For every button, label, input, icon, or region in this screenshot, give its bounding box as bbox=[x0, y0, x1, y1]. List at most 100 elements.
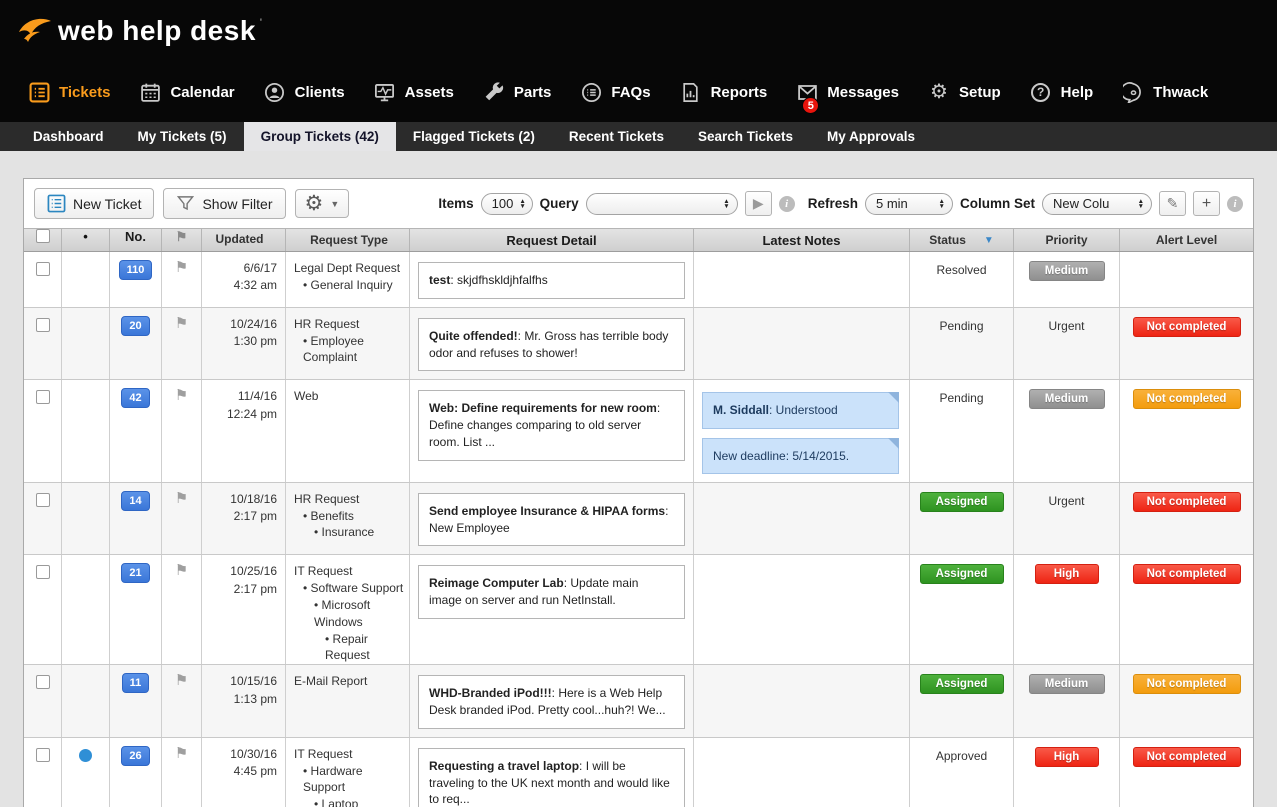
priority-cell: High bbox=[1014, 555, 1120, 664]
ticket-number-badge[interactable]: 11 bbox=[122, 673, 150, 693]
header-latest-notes[interactable]: Latest Notes bbox=[694, 229, 910, 251]
row-checkbox[interactable] bbox=[36, 675, 50, 689]
table-row[interactable]: 26 ⚑ 10/30/16 4:45 pm IT Request• Hardwa… bbox=[24, 738, 1253, 807]
table-row[interactable]: 20 ⚑ 10/24/16 1:30 pm HR Request• Employ… bbox=[24, 308, 1253, 381]
ticket-number-badge[interactable]: 26 bbox=[121, 746, 149, 766]
header-select-all[interactable] bbox=[24, 229, 62, 251]
tab-my-tickets[interactable]: My Tickets (5) bbox=[121, 122, 244, 151]
flag-icon[interactable]: ⚑ bbox=[175, 491, 188, 506]
row-checkbox[interactable] bbox=[36, 748, 50, 762]
row-checkbox[interactable] bbox=[36, 390, 50, 404]
nav-item-help[interactable]: ? Help bbox=[1030, 81, 1094, 103]
table-row[interactable]: 110 ⚑ 6/6/17 4:32 am Legal Dept Request•… bbox=[24, 252, 1253, 308]
request-detail-box[interactable]: test: skjdfhskldjhfalfhs bbox=[418, 262, 685, 299]
row-checkbox[interactable] bbox=[36, 318, 50, 332]
request-detail-box[interactable]: Web: Define requirements for new room: D… bbox=[418, 390, 685, 460]
row-checkbox[interactable] bbox=[36, 493, 50, 507]
ticket-number-badge[interactable]: 14 bbox=[121, 491, 149, 511]
row-checkbox[interactable] bbox=[36, 565, 50, 579]
detail-subject: Reimage Computer Lab bbox=[429, 576, 564, 590]
nav-item-messages[interactable]: 5 Messages bbox=[796, 81, 899, 103]
table-options-button[interactable]: ⚙ ▼ bbox=[295, 189, 350, 218]
status-cell: Pending bbox=[910, 308, 1014, 380]
logo-trademark: ' bbox=[260, 17, 262, 29]
header-no[interactable]: No. bbox=[110, 229, 162, 251]
nav-item-reports[interactable]: Reports bbox=[680, 81, 768, 103]
column-set-info-icon[interactable]: i bbox=[1227, 196, 1243, 212]
flag-icon[interactable]: ⚑ bbox=[175, 563, 188, 578]
request-type-item: • Benefits bbox=[294, 508, 404, 525]
table-row[interactable]: 21 ⚑ 10/25/16 2:17 pm IT Request• Softwa… bbox=[24, 555, 1253, 665]
header-alert-level[interactable]: Alert Level bbox=[1120, 229, 1253, 251]
flag-icon[interactable]: ⚑ bbox=[175, 316, 188, 331]
ticket-number-badge[interactable]: 110 bbox=[119, 260, 153, 280]
nav-item-setup[interactable]: ⚙ Setup bbox=[928, 81, 1001, 103]
request-detail-box[interactable]: Quite offended!: Mr. Gross has terrible … bbox=[418, 318, 685, 372]
nav-item-calendar[interactable]: Calendar bbox=[139, 81, 234, 103]
query-select[interactable]: ▲▼ bbox=[586, 193, 738, 215]
add-column-set-button[interactable]: + bbox=[1193, 191, 1220, 216]
request-detail-cell: Send employee Insurance & HIPAA forms: N… bbox=[410, 483, 694, 555]
priority-badge: Medium bbox=[1029, 261, 1105, 281]
latest-notes-cell bbox=[694, 308, 910, 380]
request-detail-box[interactable]: WHD-Branded iPod!!!: Here is a Web Help … bbox=[418, 675, 685, 729]
tab-flagged-tickets[interactable]: Flagged Tickets (2) bbox=[396, 122, 552, 151]
flag-icon[interactable]: ⚑ bbox=[175, 260, 188, 275]
request-detail-box[interactable]: Reimage Computer Lab: Update main image … bbox=[418, 565, 685, 619]
select-all-checkbox[interactable] bbox=[36, 229, 50, 243]
table-row[interactable]: 11 ⚑ 10/15/16 1:13 pm E-Mail Report WHD-… bbox=[24, 665, 1253, 738]
show-filter-button[interactable]: Show Filter bbox=[163, 188, 285, 219]
updated-time: 1:30 pm bbox=[202, 333, 277, 350]
nav-item-faqs[interactable]: FAQs bbox=[580, 81, 650, 103]
header-updated[interactable]: Updated bbox=[202, 229, 286, 251]
refresh-select[interactable]: 5 min ▲▼ bbox=[865, 193, 953, 215]
sort-descending-icon: ▼ bbox=[984, 235, 994, 246]
tab-dashboard[interactable]: Dashboard bbox=[16, 122, 121, 151]
flag-icon: ⚑ bbox=[176, 229, 188, 245]
header-request-detail[interactable]: Request Detail bbox=[410, 229, 694, 251]
request-detail-cell: Requesting a travel laptop: I will be tr… bbox=[410, 738, 694, 807]
tab-group-tickets[interactable]: Group Tickets (42) bbox=[244, 122, 396, 151]
solarwinds-swoosh-icon bbox=[16, 15, 54, 45]
header-priority[interactable]: Priority bbox=[1014, 229, 1120, 251]
updated-date: 10/25/16 bbox=[202, 563, 277, 580]
stepper-arrows-icon: ▲▼ bbox=[1138, 199, 1144, 209]
header-request-type[interactable]: Request Type bbox=[286, 229, 410, 251]
alert-level-cell bbox=[1120, 252, 1253, 307]
ticket-number-badge[interactable]: 21 bbox=[121, 563, 149, 583]
request-type-item: • Laptop bbox=[294, 796, 404, 807]
request-detail-cell: test: skjdfhskldjhfalfhs bbox=[410, 252, 694, 307]
ticket-number-badge[interactable]: 42 bbox=[121, 388, 149, 408]
request-type-item: • General Inquiry bbox=[294, 277, 404, 294]
updated-date: 10/18/16 bbox=[202, 491, 277, 508]
column-set-select[interactable]: New Colu ▲▼ bbox=[1042, 193, 1152, 215]
nav-item-assets[interactable]: Assets bbox=[374, 81, 454, 103]
tab-my-approvals[interactable]: My Approvals bbox=[810, 122, 932, 151]
request-detail-box[interactable]: Send employee Insurance & HIPAA forms: N… bbox=[418, 493, 685, 547]
header-unread[interactable]: • bbox=[62, 229, 110, 251]
flag-icon[interactable]: ⚑ bbox=[175, 673, 188, 688]
tab-search-tickets[interactable]: Search Tickets bbox=[681, 122, 810, 151]
request-detail-box[interactable]: Requesting a travel laptop: I will be tr… bbox=[418, 748, 685, 807]
request-type-cell: Legal Dept Request• General Inquiry bbox=[286, 252, 410, 307]
row-checkbox[interactable] bbox=[36, 262, 50, 276]
nav-item-tickets[interactable]: Tickets bbox=[28, 81, 110, 103]
nav-item-clients[interactable]: Clients bbox=[264, 81, 345, 103]
nav-item-parts[interactable]: Parts bbox=[483, 81, 552, 103]
items-select[interactable]: 100 ▲▼ bbox=[481, 193, 533, 215]
ticket-number-badge[interactable]: 20 bbox=[121, 316, 149, 336]
table-row[interactable]: 14 ⚑ 10/18/16 2:17 pm HR Request• Benefi… bbox=[24, 483, 1253, 556]
query-info-icon[interactable]: i bbox=[779, 196, 795, 212]
new-ticket-button[interactable]: New Ticket bbox=[34, 188, 154, 219]
tab-recent-tickets[interactable]: Recent Tickets bbox=[552, 122, 681, 151]
flag-icon[interactable]: ⚑ bbox=[175, 746, 188, 761]
header-status[interactable]: Status ▼ bbox=[910, 229, 1014, 251]
flag-icon[interactable]: ⚑ bbox=[175, 388, 188, 403]
table-row[interactable]: 42 ⚑ 11/4/16 12:24 pm Web Web: Define re… bbox=[24, 380, 1253, 482]
run-query-button[interactable]: ▶ bbox=[745, 191, 772, 216]
priority-badge: Urgent bbox=[1048, 491, 1084, 508]
request-detail-cell: WHD-Branded iPod!!!: Here is a Web Help … bbox=[410, 665, 694, 737]
header-flag[interactable]: ⚑ bbox=[162, 229, 202, 251]
nav-item-thwack[interactable]: Thwack bbox=[1122, 81, 1208, 103]
edit-column-set-button[interactable]: ✎ bbox=[1159, 191, 1186, 216]
